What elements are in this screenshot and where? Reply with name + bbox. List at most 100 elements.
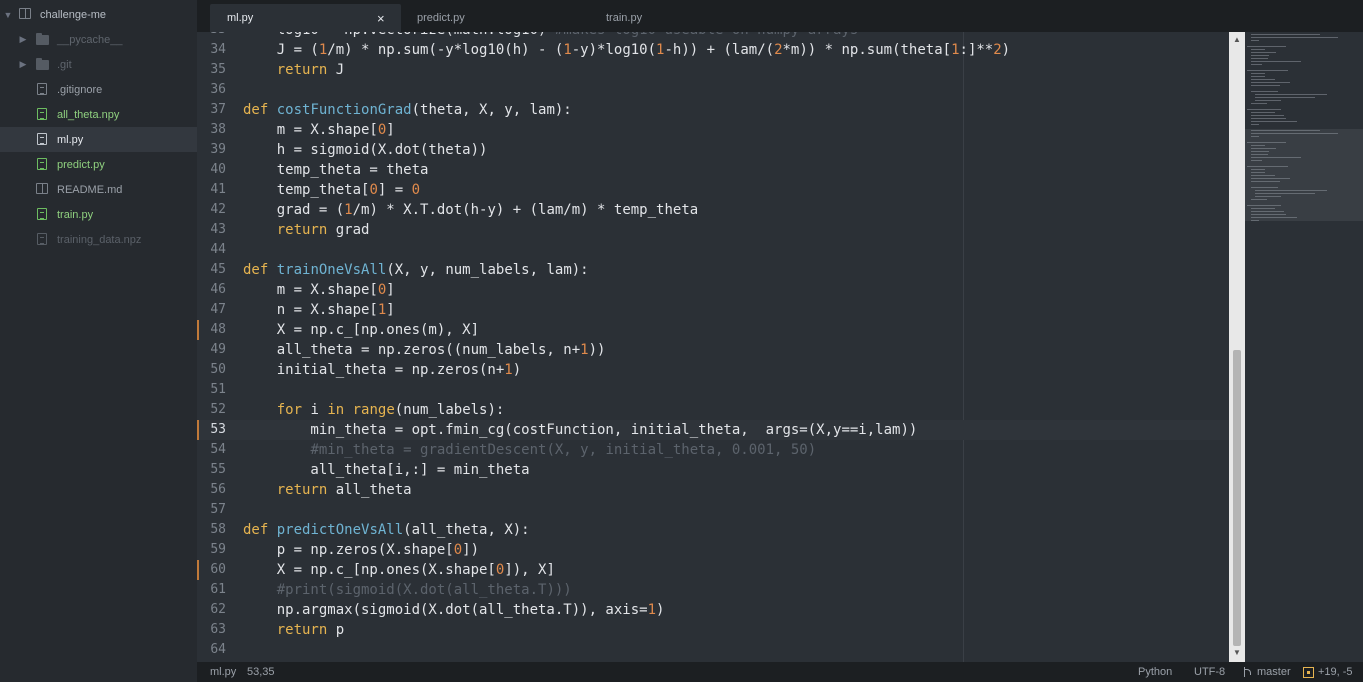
minimap[interactable] bbox=[1245, 32, 1363, 662]
code-line[interactable]: 55 all_theta[i,:] = min_theta bbox=[197, 460, 1229, 480]
code-line[interactable]: 59 p = np.zeros(X.shape[0]) bbox=[197, 540, 1229, 560]
code-line[interactable]: 60 X = np.c_[np.ones(X.shape[0]), X] bbox=[197, 560, 1229, 580]
status-filename[interactable]: ml.py bbox=[210, 666, 236, 678]
sidebar-item[interactable]: train.py bbox=[0, 202, 197, 227]
code-line[interactable]: 37 def costFunctionGrad(theta, X, y, lam)… bbox=[197, 100, 1229, 120]
code-text: all_theta[i,:] = min_theta bbox=[243, 462, 530, 478]
file-icon bbox=[36, 208, 49, 221]
sidebar-item[interactable]: ▶ __pycache__ bbox=[0, 27, 197, 52]
code-line[interactable]: 64 bbox=[197, 640, 1229, 660]
minimap-line bbox=[1251, 136, 1259, 137]
scroll-up-icon[interactable]: ▲ bbox=[1229, 35, 1245, 44]
file-icon bbox=[36, 158, 49, 171]
minimap-line bbox=[1255, 190, 1327, 191]
code-text: p = np.zeros(X.shape[0]) bbox=[243, 542, 480, 558]
minimap-line bbox=[1247, 142, 1286, 143]
code-text: m = X.shape[0] bbox=[243, 282, 395, 298]
code-text: temp_theta = theta bbox=[243, 162, 429, 178]
code-line[interactable]: 43 return grad bbox=[197, 220, 1229, 240]
status-branch[interactable]: master bbox=[1257, 666, 1291, 678]
close-icon[interactable]: × bbox=[377, 11, 385, 26]
sidebar-item[interactable]: training_data.npz bbox=[0, 227, 197, 252]
line-number: 40 bbox=[210, 162, 226, 177]
file-tree-sidebar: ▼ challenge-me ▶ __pycache__ ▶ .git .gitigno… bbox=[0, 0, 197, 682]
code-line[interactable]: 42 grad = (1/m) * X.T.dot(h-y) + (lam/m)… bbox=[197, 200, 1229, 220]
code-line[interactable]: 39 h = sigmoid(X.dot(theta)) bbox=[197, 140, 1229, 160]
status-cursor-position[interactable]: 53,35 bbox=[247, 666, 275, 678]
minimap-line bbox=[1251, 145, 1265, 146]
minimap-line bbox=[1247, 166, 1288, 167]
project-root-label: challenge-me bbox=[40, 8, 107, 21]
code-text: for i in range(num_labels): bbox=[276, 402, 505, 418]
code-line[interactable]: 52 for i in range(num_labels): bbox=[197, 400, 1229, 420]
code-text: X = np.c_[np.ones(m), X] bbox=[243, 322, 480, 338]
sidebar-item[interactable]: README.md bbox=[0, 177, 197, 202]
project-root[interactable]: ▼ challenge-me bbox=[0, 2, 197, 27]
code-line[interactable]: 46 m = X.shape[0] bbox=[197, 280, 1229, 300]
minimap-line bbox=[1251, 82, 1290, 83]
line-number: 61 bbox=[210, 582, 226, 597]
code-line[interactable]: 53 min_theta = opt.fmin_cg(costFunction,… bbox=[197, 420, 1229, 440]
code-line[interactable]: 50 initial_theta = np.zeros(n+1) bbox=[197, 360, 1229, 380]
code-line[interactable]: 35 return J bbox=[197, 60, 1229, 80]
chevron-down-icon[interactable]: ▼ bbox=[3, 10, 13, 20]
code-line[interactable]: 40 temp_theta = theta bbox=[197, 160, 1229, 180]
minimap-line bbox=[1247, 205, 1281, 206]
sidebar-item[interactable]: all_theta.npy bbox=[0, 102, 197, 127]
minimap-line bbox=[1251, 157, 1301, 158]
vertical-scrollbar[interactable]: ▲ ▼ bbox=[1229, 32, 1245, 662]
code-line[interactable]: 49 all_theta = np.zeros((num_labels, n+1… bbox=[197, 340, 1229, 360]
minimap-line bbox=[1251, 121, 1297, 122]
status-language[interactable]: Python bbox=[1138, 666, 1172, 678]
code-line[interactable]: 61 #print(sigmoid(X.dot(all_theta.T))) bbox=[197, 580, 1229, 600]
minimap-line bbox=[1251, 61, 1301, 62]
status-encoding[interactable]: UTF-8 bbox=[1194, 666, 1225, 678]
line-number: 63 bbox=[210, 622, 226, 637]
code-line[interactable]: 48 X = np.c_[np.ones(m), X] bbox=[197, 320, 1229, 340]
code-line[interactable]: 45 def trainOneVsAll(X, y, num_labels, la… bbox=[197, 260, 1229, 280]
line-number: 41 bbox=[210, 182, 226, 197]
code-line[interactable]: 44 bbox=[197, 240, 1229, 260]
code-line[interactable]: 34 J = (1/m) * np.sum(-y*log10(h) - (1-y… bbox=[197, 40, 1229, 60]
tab-bar: ml.py × predict.py train.py bbox=[197, 0, 1363, 32]
code-editor[interactable]: 33 log10 = np.vectorize(math.log10) #mak… bbox=[197, 32, 1229, 662]
minimap-line bbox=[1251, 34, 1320, 35]
minimap-line bbox=[1251, 55, 1269, 56]
code-text: all_theta = np.zeros((num_labels, n+1)) bbox=[243, 342, 606, 358]
chevron-right-icon[interactable]: ▶ bbox=[18, 34, 28, 45]
chevron-right-icon[interactable]: ▶ bbox=[18, 59, 28, 70]
tab-label: train.py bbox=[606, 12, 643, 24]
line-number: 44 bbox=[210, 242, 226, 257]
tab-label: predict.py bbox=[417, 12, 465, 24]
code-line[interactable]: 41 temp_theta[0] = 0 bbox=[197, 180, 1229, 200]
minimap-line bbox=[1247, 109, 1281, 110]
code-line[interactable]: 36 bbox=[197, 80, 1229, 100]
code-line[interactable]: 38 m = X.shape[0] bbox=[197, 120, 1229, 140]
code-line[interactable]: 58 def predictOneVsAll(all_theta, X): bbox=[197, 520, 1229, 540]
sidebar-item[interactable]: ▶ .git bbox=[0, 52, 197, 77]
status-diff[interactable]: +19, -5 bbox=[1318, 666, 1353, 678]
tab-train-py[interactable]: train.py bbox=[591, 4, 781, 32]
code-line[interactable]: 47 n = X.shape[1] bbox=[197, 300, 1229, 320]
code-line[interactable]: 62 np.argmax(sigmoid(X.dot(all_theta.T))… bbox=[197, 600, 1229, 620]
sidebar-item[interactable]: .gitignore bbox=[0, 77, 197, 102]
code-line[interactable]: 51 bbox=[197, 380, 1229, 400]
code-text: return J bbox=[276, 62, 345, 78]
code-line[interactable]: 56 return all_theta bbox=[197, 480, 1229, 500]
sidebar-item[interactable]: ml.py bbox=[0, 127, 197, 152]
code-line[interactable]: 33 log10 = np.vectorize(math.log10) #mak… bbox=[197, 32, 1229, 40]
scroll-down-icon[interactable]: ▼ bbox=[1229, 648, 1245, 657]
scrollbar-thumb[interactable] bbox=[1233, 350, 1241, 646]
code-text: log10 = np.vectorize(math.log10) #makes … bbox=[243, 32, 859, 40]
line-number: 35 bbox=[210, 62, 226, 77]
code-line[interactable]: 57 bbox=[197, 500, 1229, 520]
sidebar-item[interactable]: predict.py bbox=[0, 152, 197, 177]
code-line[interactable]: 63 return p bbox=[197, 620, 1229, 640]
sidebar-item-label: .git bbox=[57, 58, 72, 71]
tab-ml-py[interactable]: ml.py × bbox=[210, 4, 401, 32]
tab-predict-py[interactable]: predict.py bbox=[401, 4, 591, 32]
code-text: np.argmax(sigmoid(X.dot(all_theta.T)), a… bbox=[243, 602, 665, 618]
code-line[interactable]: 54 #min_theta = gradientDescent(X, y, in… bbox=[197, 440, 1229, 460]
minimap-line bbox=[1251, 148, 1276, 149]
code-text: J = (1/m) * np.sum(-y*log10(h) - (1-y)*l… bbox=[243, 42, 1011, 58]
